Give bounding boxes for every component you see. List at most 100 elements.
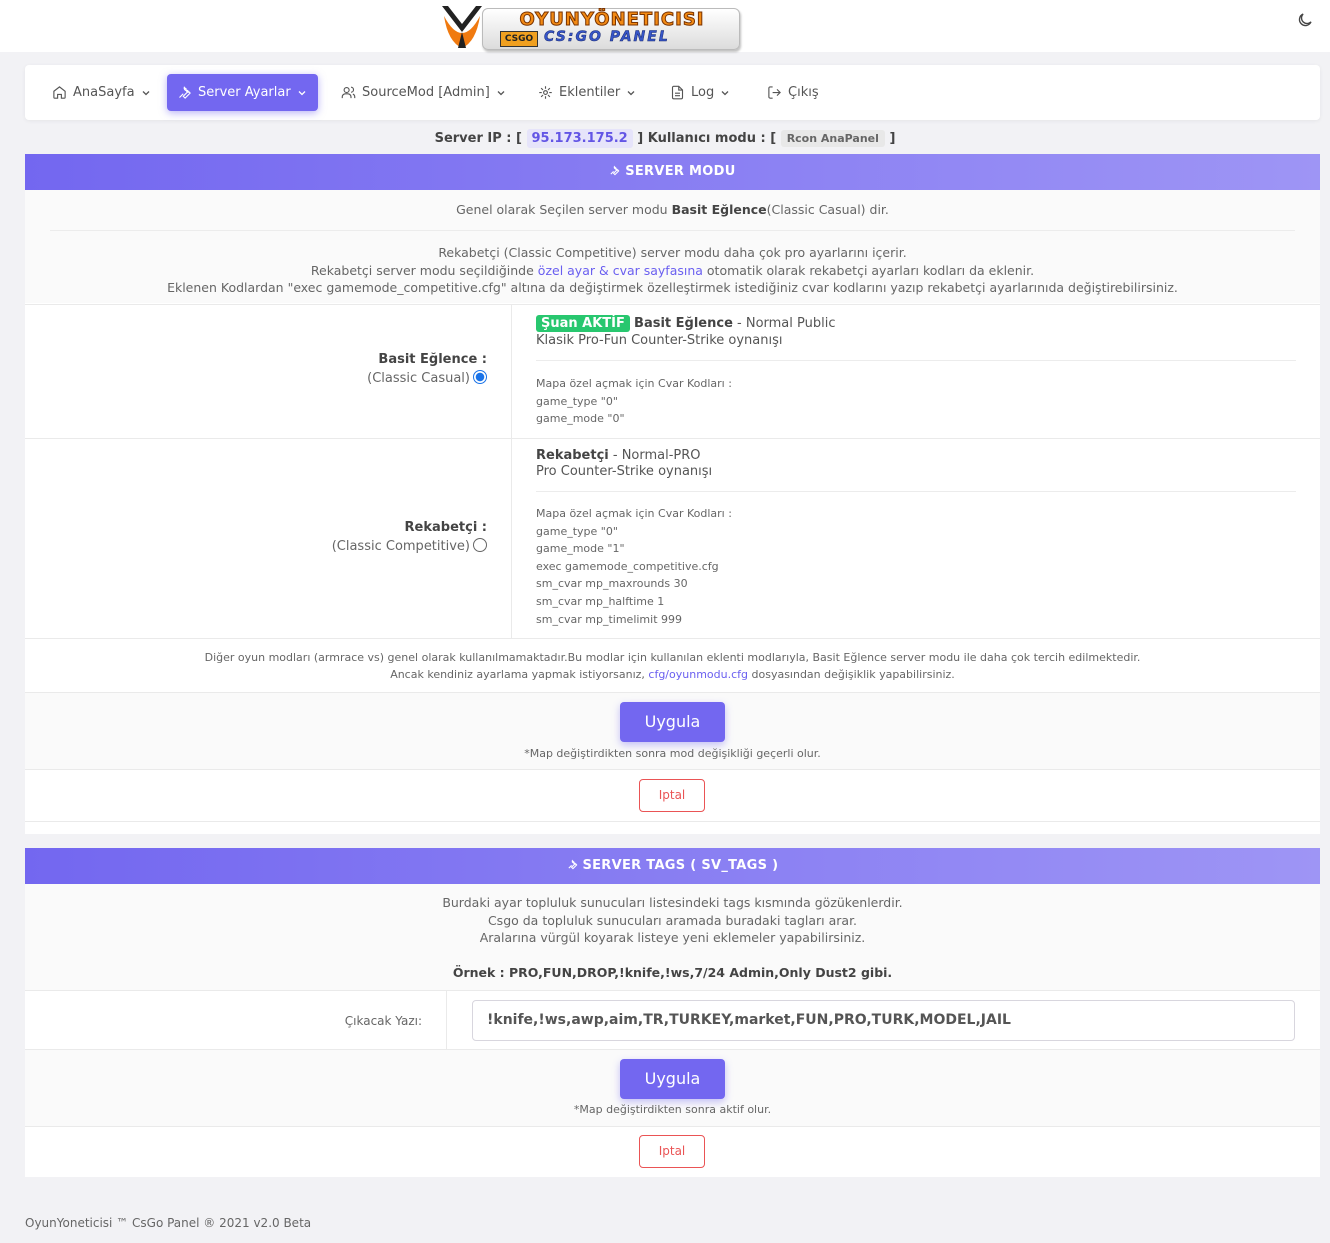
server-mode-card: SERVER MODU Genel olarak Seçilen server …: [25, 154, 1320, 834]
divider: [446, 990, 447, 1049]
cvar-line: exec gamemode_competitive.cfg: [536, 559, 719, 573]
users-icon: [341, 86, 356, 99]
cvar-line: sm_cvar mp_halftime 1: [536, 594, 665, 608]
cvar-line: game_mode "1": [536, 542, 625, 556]
cvar-header: Mapa özel açmak için Cvar Kodları :: [536, 377, 732, 390]
divider: [25, 821, 1320, 822]
mode-sub: (Classic Competitive): [331, 539, 470, 554]
apply-hint: *Map değiştirdikten sonra aktif olur.: [573, 1103, 772, 1116]
ip-label: Server IP : [: [434, 131, 522, 146]
info-line: Csgo da topluluk sunucuları aramada bura…: [487, 912, 858, 928]
apply-button[interactable]: Uygula: [620, 1059, 725, 1099]
chevron-down-icon: [721, 90, 729, 95]
custom-cvar-link[interactable]: özel ayar & cvar sayfasına: [538, 263, 703, 278]
divider: [50, 230, 1295, 231]
info-line: Aralarına vürgül koyarak listeye yeni ek…: [479, 930, 866, 945]
info-text: Rekabetçi server modu seçildiğinde: [310, 262, 538, 278]
mode-title-suffix: - Normal-PRO: [608, 448, 701, 463]
logo-csgo-badge: CSGO: [500, 31, 538, 47]
cancel-button[interactable]: Iptal: [639, 779, 705, 812]
divider: [25, 638, 1320, 639]
cancel-button[interactable]: Iptal: [639, 1135, 705, 1168]
top-bar: OYUNYÖNETICISI CSGO CS:GO PANEL: [0, 0, 1330, 52]
divider: [25, 769, 1320, 770]
note-line: Ancak kendiniz ayarlama yapmak istiyorsa…: [25, 666, 1320, 683]
logo-subtitle: CS:GO PANEL: [544, 29, 670, 46]
mode-title: Rekabetçi: [536, 448, 609, 463]
sv-tags-input[interactable]: !knife,!ws,awp,aim,TR,TURKEY,market,FUN,…: [472, 1000, 1295, 1041]
mode-radio-competitive[interactable]: [473, 538, 487, 552]
main-navbar: AnaSayfa Server Ayarlar SourceMod [Admin…: [25, 65, 1320, 120]
nav-label: AnaSayfa: [73, 85, 135, 100]
server-info-bar: Server IP : [ 95.173.175.2 ] Kullanıcı m…: [0, 129, 1330, 148]
mode-option-competitive[interactable]: Rekabetçi : (Classic Competitive): [332, 520, 487, 554]
mode-radio-casual[interactable]: [473, 370, 487, 384]
nav-item-server-ayarlar[interactable]: Server Ayarlar: [167, 74, 318, 111]
card-title: SERVER TAGS ( SV_TAGS ): [582, 858, 779, 873]
wrench-icon: [610, 165, 620, 176]
tags-field-label: Çıkacak Yazı:: [344, 1014, 422, 1028]
nav-label: SourceMod [Admin]: [362, 85, 490, 100]
logout-icon: [768, 86, 781, 99]
moon-icon[interactable]: [1296, 11, 1314, 29]
cvar-line: sm_cvar mp_maxrounds 30: [536, 577, 688, 591]
cvar-header: Mapa özel açmak için Cvar Kodları :: [536, 507, 732, 520]
nav-label: Log: [691, 85, 715, 100]
server-tags-header: SERVER TAGS ( SV_TAGS ): [25, 848, 1320, 884]
info-line: Rekabetçi server modu seçildiğinde özel …: [25, 262, 1320, 280]
mode-name: Rekabetçi :: [404, 520, 487, 535]
info-line: Rekabetçi (Classic Competitive) server m…: [438, 245, 907, 260]
server-ip-badge: 95.173.175.2: [526, 129, 633, 148]
server-tags-card: SERVER TAGS ( SV_TAGS ) Burdaki ayar top…: [25, 848, 1320, 1177]
divider: [25, 990, 1320, 991]
mode-name: Basit Eğlence :: [378, 352, 487, 367]
cvar-line: game_mode "0": [536, 412, 625, 426]
tags-example: Örnek : PRO,FUN,DROP,!knife,!ws,7/24 Adm…: [452, 964, 893, 980]
selected-suffix: (Classic Casual) dir.: [766, 202, 889, 217]
chevron-down-icon: [298, 90, 306, 95]
nav-item-eklentiler[interactable]: Eklentiler: [528, 74, 646, 111]
mode-title: Basit Eğlence: [634, 316, 733, 331]
mode-title-suffix: - Normal Public: [732, 316, 836, 331]
cfg-file-link[interactable]: cfg/oyunmodu.cfg: [648, 668, 748, 681]
nav-item-log[interactable]: Log: [660, 74, 740, 111]
footer-text: OyunYoneticisi ™ CsGo Panel ® 2021 v2.0 …: [25, 1216, 312, 1230]
mode-option-casual[interactable]: Basit Eğlence : (Classic Casual): [367, 352, 487, 386]
info-line: Eklenen Kodlardan "exec gamemode_competi…: [167, 280, 1178, 295]
user-mode-badge: Rcon AnaPanel: [780, 130, 885, 147]
divider: [25, 304, 1320, 305]
mode-detail-casual: Şuan AKTİF Basit Eğlence - Normal Public…: [536, 315, 1296, 428]
card-title: SERVER MODU: [625, 164, 736, 179]
brand-logo[interactable]: OYUNYÖNETICISI CSGO CS:GO PANEL: [436, 2, 742, 52]
puzzle-icon: [539, 86, 552, 99]
divider: [536, 360, 1296, 361]
cvar-line: game_type "0": [536, 524, 618, 538]
mode-label: ] Kullanıcı modu : [: [637, 131, 777, 146]
nav-item-cikis[interactable]: Çıkış: [757, 74, 829, 111]
mode-sub: (Classic Casual): [367, 371, 470, 386]
note-line: Diğer oyun modları (armrace vs) genel ol…: [204, 651, 1141, 664]
cvar-line: game_type "0": [536, 394, 618, 408]
nav-label: Çıkış: [788, 85, 819, 100]
nav-item-anasayfa[interactable]: AnaSayfa: [42, 74, 161, 111]
nav-label: Server Ayarlar: [198, 85, 291, 100]
chevron-down-icon: [142, 90, 150, 95]
wrench-icon: [568, 859, 577, 870]
apply-hint: *Map değiştirdikten sonra mod değişikliğ…: [524, 747, 821, 760]
mode-detail-competitive: Rekabetçi - Normal-PRO Pro Counter-Strik…: [536, 448, 1296, 628]
file-icon: [671, 85, 684, 100]
apply-button[interactable]: Uygula: [620, 702, 725, 742]
note-text: dosyasından değişiklik yapabilirsiniz.: [748, 668, 955, 681]
mode-description: Klasik Pro-Fun Counter-Strike oynanışı: [536, 333, 783, 348]
info-line: Burdaki ayar topluluk sunucuları listesi…: [442, 895, 903, 910]
mode-description: Pro Counter-Strike oynanışı: [536, 464, 713, 479]
nav-item-sourcemod[interactable]: SourceMod [Admin]: [331, 74, 516, 111]
mode-note: Diğer oyun modları (armrace vs) genel ol…: [25, 649, 1320, 683]
chevron-down-icon: [497, 90, 505, 95]
bracket-close: ]: [889, 131, 896, 146]
logo-emblem-icon: [442, 6, 482, 48]
logo-title: OYUNYÖNETICISI: [519, 9, 705, 31]
divider: [511, 304, 512, 638]
home-icon: [53, 86, 66, 99]
divider: [25, 1126, 1320, 1127]
